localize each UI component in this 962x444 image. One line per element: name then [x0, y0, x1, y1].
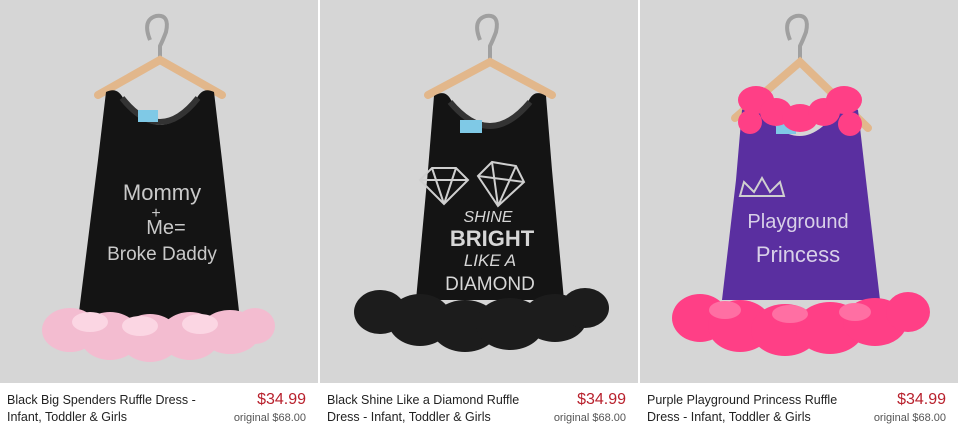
- dress-photo: Mommy + Me= Broke Daddy: [0, 0, 318, 383]
- sale-price: $34.99: [577, 391, 626, 408]
- original-price: original $68.00: [554, 412, 626, 424]
- print-line: Playground: [747, 211, 848, 233]
- print-line: Princess: [756, 242, 840, 267]
- original-label: original: [233, 412, 270, 424]
- print-line: DIAMOND: [445, 274, 535, 295]
- original-price: original $68.00: [234, 412, 306, 424]
- product-title[interactable]: Black Big Spenders Ruffle Dress - Infant…: [7, 392, 217, 426]
- print-line: BRIGHT: [450, 226, 535, 251]
- original-amount: $68.00: [592, 412, 626, 424]
- original-label: original: [873, 412, 910, 424]
- product-card[interactable]: SHINE BRIGHT LIKE A DIAMOND Black Shine …: [320, 0, 638, 444]
- product-image[interactable]: SHINE BRIGHT LIKE A DIAMOND: [320, 0, 638, 383]
- product-image[interactable]: Mommy + Me= Broke Daddy: [0, 0, 318, 383]
- product-card[interactable]: Playground Princess Purple Playground Pr…: [640, 0, 958, 444]
- dress-photo: Playground Princess: [640, 0, 958, 383]
- product-image[interactable]: Playground Princess: [640, 0, 958, 383]
- sale-price: $34.99: [897, 391, 946, 408]
- sale-price: $34.99: [257, 391, 306, 408]
- dress-photo: SHINE BRIGHT LIKE A DIAMOND: [320, 0, 638, 383]
- print-line: Mommy: [123, 180, 201, 205]
- product-grid: Mommy + Me= Broke Daddy Black Big Spende…: [0, 0, 962, 444]
- product-title[interactable]: Purple Playground Princess Ruffle Dress …: [647, 392, 857, 426]
- original-amount: $68.00: [272, 412, 306, 424]
- print-line: Broke Daddy: [107, 244, 217, 265]
- print-line: LIKE A: [464, 251, 516, 270]
- print-line: Me=: [146, 217, 185, 239]
- print-line: SHINE: [464, 209, 513, 226]
- original-amount: $68.00: [912, 412, 946, 424]
- product-title[interactable]: Black Shine Like a Diamond Ruffle Dress …: [327, 392, 537, 426]
- original-price: original $68.00: [874, 412, 946, 424]
- original-label: original: [553, 412, 590, 424]
- product-card[interactable]: Mommy + Me= Broke Daddy Black Big Spende…: [0, 0, 318, 444]
